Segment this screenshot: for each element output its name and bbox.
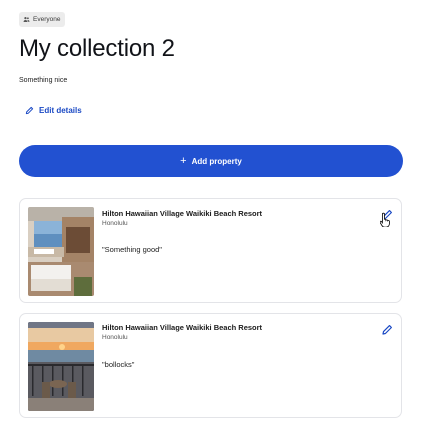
property-location: Honolulu [102,334,128,341]
property-name[interactable]: Hilton Hawaiian Village Waikiki Beach Re… [102,209,262,218]
property-name[interactable]: Hilton Hawaiian Village Waikiki Beach Re… [102,323,262,332]
property-location: Honolulu [102,220,128,227]
property-thumbnail[interactable] [28,322,94,411]
pencil-icon [382,210,392,220]
edit-details-link[interactable]: Edit details [25,106,82,115]
badge-label: Everyone [33,16,61,23]
plus-icon: + [180,154,187,167]
property-card[interactable]: Hilton Hawaiian Village Waikiki Beach Re… [19,198,402,303]
edit-note-button[interactable] [381,208,393,220]
visibility-badge: Everyone [19,12,66,27]
property-note: "bollocks" [102,360,135,369]
property-card[interactable]: Hilton Hawaiian Village Waikiki Beach Re… [19,313,402,418]
page-title: My collection 2 [19,35,175,62]
property-note: "Something good" [102,245,162,254]
edit-details-label: Edit details [39,106,82,115]
add-property-button[interactable]: + Add property [19,145,403,177]
add-property-label: Add property [191,156,242,166]
edit-note-button[interactable] [381,323,393,335]
property-thumbnail[interactable] [28,207,94,296]
pencil-icon [25,106,34,115]
people-icon [23,16,30,22]
pencil-icon [382,325,392,335]
collection-description: Something nice [19,77,68,84]
